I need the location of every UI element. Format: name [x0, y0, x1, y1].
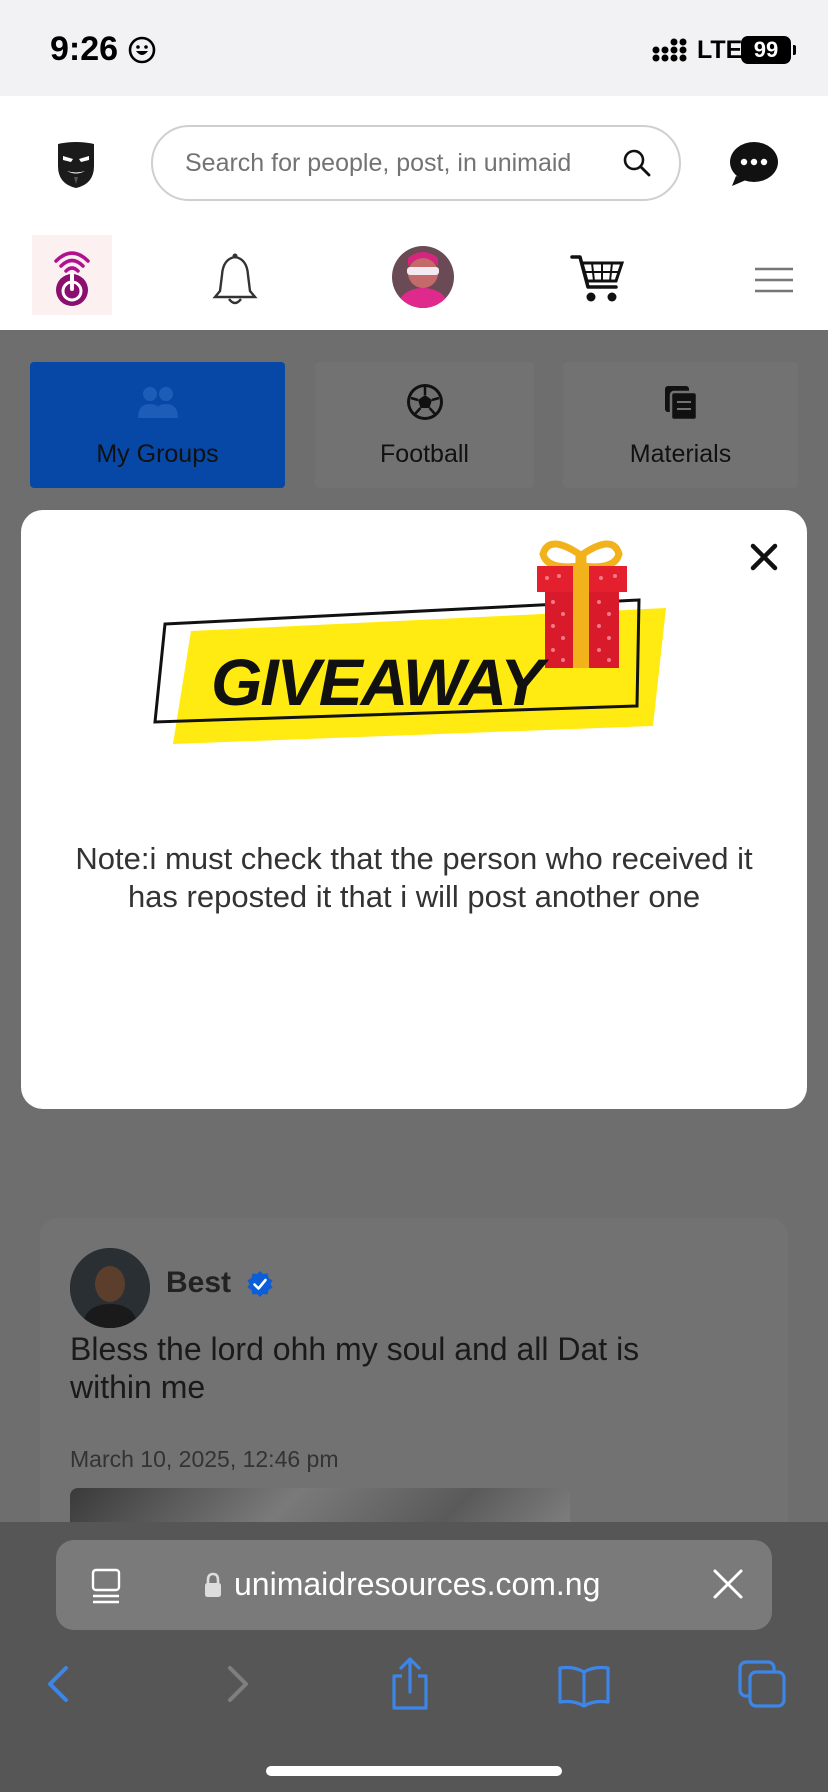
lock-icon — [205, 1572, 221, 1597]
signal-icon — [652, 38, 687, 62]
bell-icon[interactable] — [210, 251, 260, 309]
hamburger-menu-icon[interactable] — [754, 267, 794, 293]
status-time: 9:26 — [50, 30, 119, 68]
tab-label: Football — [380, 440, 469, 468]
tabs-overview-icon[interactable] — [732, 1656, 792, 1712]
browser-toolbar: unimaidresources.com.ng — [0, 1522, 828, 1792]
battery-tip — [793, 45, 796, 55]
live-icon — [54, 251, 90, 306]
url-text[interactable]: unimaidresources.com.ng — [234, 1566, 600, 1603]
tab-materials[interactable]: Materials — [563, 362, 798, 488]
share-icon[interactable] — [380, 1656, 440, 1712]
battery-level: 99 — [753, 37, 779, 62]
smiley-icon — [128, 36, 156, 64]
post-text: Bless the lord ohh my soul and all Dat i… — [70, 1331, 640, 1405]
close-button[interactable] — [741, 534, 787, 580]
giveaway-note: Note:i must check that the person who re… — [75, 841, 753, 914]
page-menu-icon[interactable] — [90, 1568, 122, 1604]
avatar-image — [392, 246, 454, 308]
chat-bubble-icon[interactable] — [728, 140, 780, 188]
profile-avatar[interactable] — [392, 246, 454, 308]
bookmarks-icon[interactable] — [554, 1656, 614, 1712]
avatar-image — [70, 1248, 150, 1328]
tab-football[interactable]: Football — [315, 362, 534, 488]
football-icon — [406, 384, 443, 420]
top-nav — [0, 231, 828, 329]
search-icon[interactable] — [621, 147, 653, 179]
materials-icon — [664, 386, 698, 422]
address-bar[interactable]: unimaidresources.com.ng — [56, 1540, 772, 1630]
giveaway-title: GIVEAWAY — [211, 645, 544, 719]
close-icon[interactable] — [710, 1566, 746, 1602]
forward-icon[interactable] — [208, 1656, 268, 1712]
close-icon — [750, 543, 778, 571]
search-input[interactable] — [185, 145, 595, 181]
tab-label: My Groups — [96, 440, 219, 468]
post-author-name[interactable]: Best — [166, 1266, 231, 1300]
tab-label: Materials — [629, 440, 732, 468]
verified-badge-icon — [247, 1271, 273, 1297]
cart-icon[interactable] — [570, 253, 626, 305]
tab-my-groups[interactable]: My Groups — [30, 362, 285, 488]
post-author-avatar[interactable] — [70, 1248, 150, 1328]
giveaway-banner: GIVEAWAY — [151, 536, 691, 766]
network-type: LTE — [697, 36, 743, 64]
feed-post[interactable]: Best Bless the lord ohh my soul and all … — [40, 1218, 788, 1548]
status-bar: 9:26 LTE 99 — [0, 0, 828, 96]
post-timestamp: March 10, 2025, 12:46 pm — [70, 1446, 339, 1472]
live-button[interactable] — [32, 235, 112, 315]
home-indicator — [266, 1766, 562, 1776]
battery-icon: 99 — [741, 36, 791, 64]
search-bar[interactable] — [151, 125, 681, 201]
groups-icon — [137, 387, 178, 418]
giveaway-modal: GIVEAWAY Note:i must check that the pers… — [21, 510, 807, 1109]
gift-box-icon — [537, 540, 627, 668]
back-icon[interactable] — [28, 1656, 88, 1712]
mask-logo-icon[interactable] — [54, 140, 98, 190]
site-header — [0, 96, 828, 330]
